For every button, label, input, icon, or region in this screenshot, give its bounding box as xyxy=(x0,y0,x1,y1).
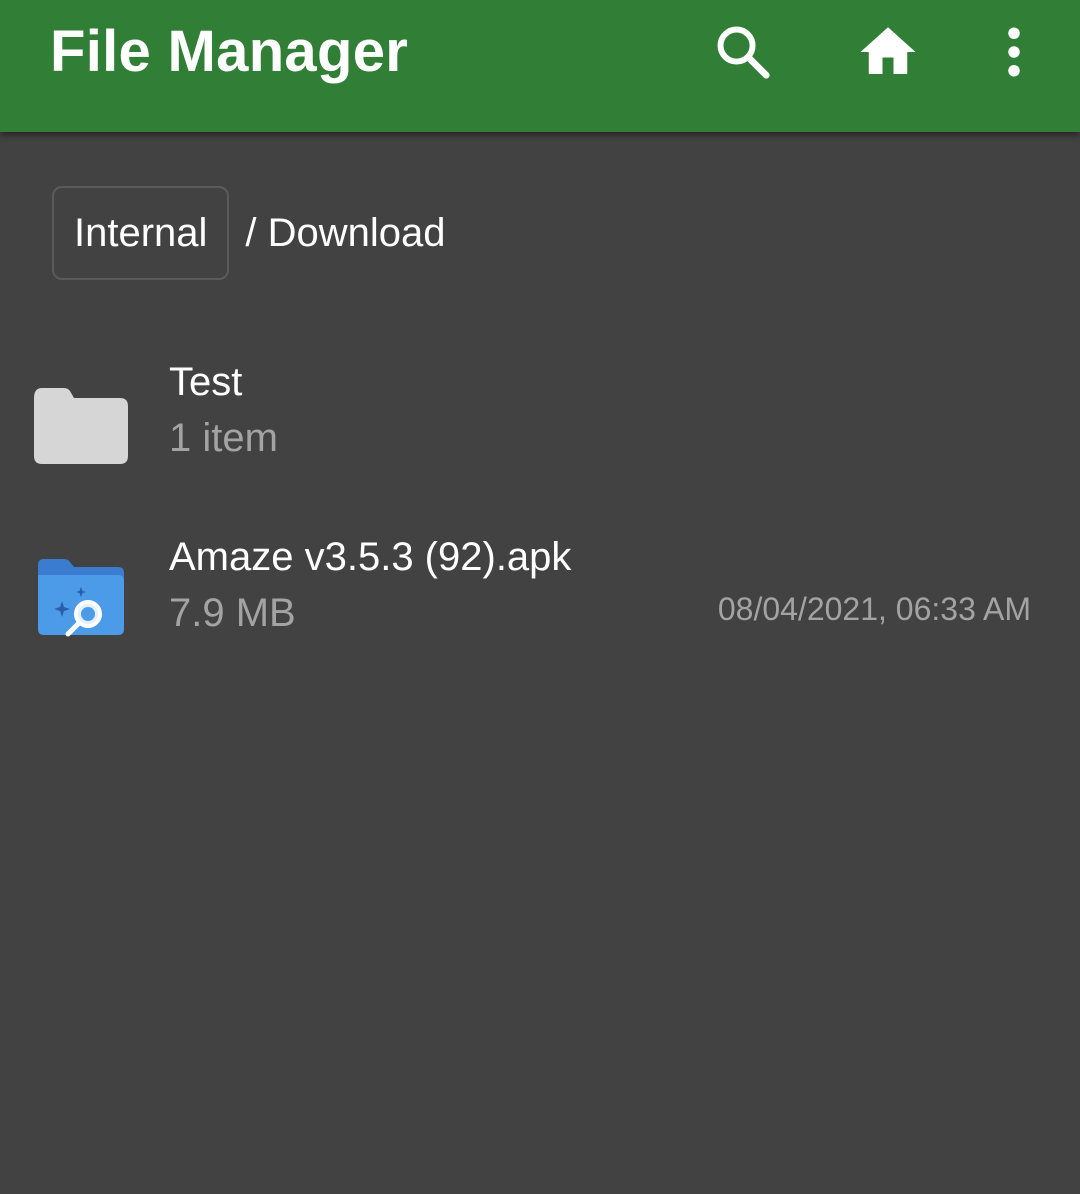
more-vert-icon xyxy=(1008,27,1020,77)
more-options-button[interactable] xyxy=(978,16,1050,88)
search-button[interactable] xyxy=(707,16,779,88)
breadcrumb-root[interactable]: Internal xyxy=(52,186,230,280)
breadcrumb: Internal / Download xyxy=(52,184,446,282)
search-icon xyxy=(717,26,770,79)
file-size: 7.9 MB xyxy=(169,591,296,635)
apk-file-icon xyxy=(38,559,124,637)
app-toolbar: File Manager xyxy=(0,0,1080,132)
home-icon xyxy=(860,27,916,74)
home-button[interactable] xyxy=(852,16,924,88)
file-name: Test xyxy=(169,360,243,404)
folder-icon xyxy=(34,388,128,464)
file-date: 08/04/2021, 06:33 AM xyxy=(717,591,1031,627)
file-list-item-apk[interactable]: Amaze v3.5.3 (92).apk 7.9 MB 08/04/2021,… xyxy=(0,505,1080,675)
file-item-count: 1 item xyxy=(169,416,278,460)
breadcrumb-current[interactable]: / Download xyxy=(245,211,445,256)
file-name: Amaze v3.5.3 (92).apk xyxy=(169,535,572,579)
app-title: File Manager xyxy=(50,19,409,84)
file-list-item-test[interactable]: Test 1 item xyxy=(0,330,1080,500)
